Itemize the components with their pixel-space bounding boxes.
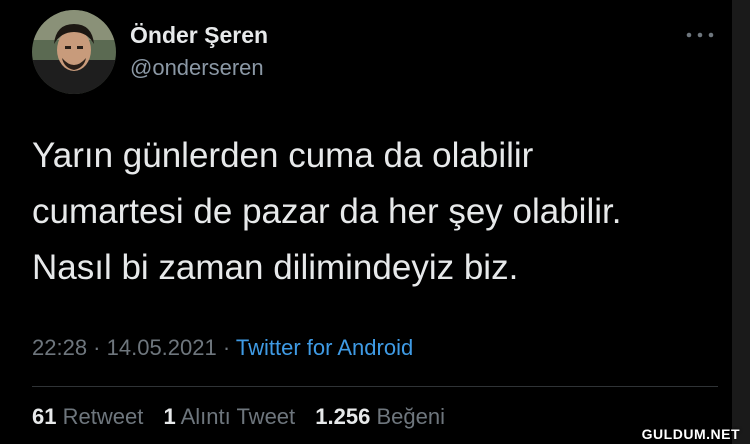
user-name[interactable]: Önder Şeren — [130, 22, 268, 49]
tweet-line-3: Nasıl bi zaman dilimindeyiz biz. — [32, 248, 519, 287]
tweet-text: Yarın günlerden cuma da olabilir cumarte… — [32, 128, 722, 296]
quote-count: 1 — [163, 404, 176, 429]
tweet-date[interactable]: 14.05.2021 — [107, 335, 217, 360]
tweet-card: Önder Şeren @onderseren Yarın günlerden … — [0, 0, 750, 444]
tweet-line-2: cumartesi de pazar da her şey olabilir. — [32, 192, 622, 231]
more-icon[interactable] — [680, 24, 720, 46]
user-handle[interactable]: @onderseren — [130, 55, 264, 81]
retweet-stat[interactable]: 61 Retweet — [32, 404, 143, 429]
tweet-time[interactable]: 22:28 — [32, 335, 87, 360]
tweet-meta: 22:28 · 14.05.2021 · Twitter for Android — [32, 335, 413, 361]
like-count: 1.256 — [315, 404, 371, 429]
retweet-count: 61 — [32, 404, 57, 429]
meta-separator: · — [216, 335, 236, 360]
tweet-source-link[interactable]: Twitter for Android — [236, 335, 413, 360]
watermark: GULDUM.NET — [641, 426, 740, 442]
quote-stat[interactable]: 1 Alıntı Tweet — [163, 404, 295, 429]
like-label: Beğeni — [376, 404, 445, 429]
tweet-line-1: Yarın günlerden cuma da olabilir — [32, 136, 534, 175]
meta-separator: · — [87, 335, 107, 360]
tweet-stats: 61 Retweet 1 Alıntı Tweet 1.256 Beğeni — [32, 404, 459, 430]
retweet-label: Retweet — [62, 404, 144, 429]
avatar[interactable] — [32, 10, 116, 94]
quote-label: Alıntı Tweet — [180, 404, 296, 429]
like-stat[interactable]: 1.256 Beğeni — [315, 404, 445, 429]
divider — [32, 386, 718, 387]
